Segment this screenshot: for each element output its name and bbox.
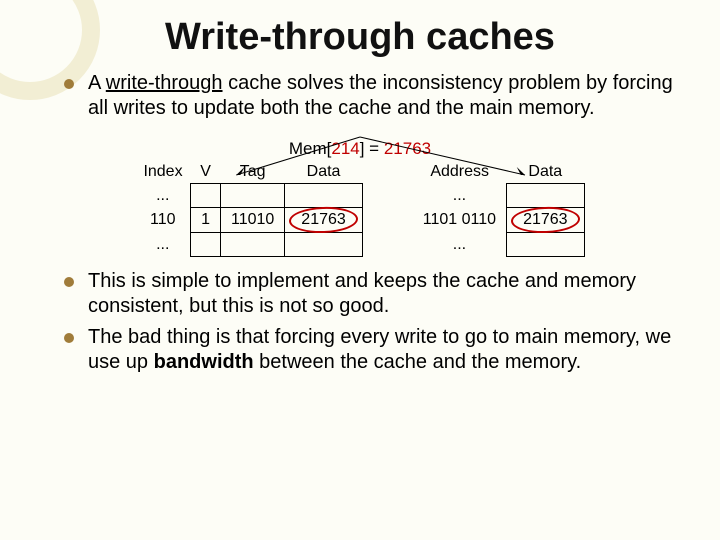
table-header-row: Address Data	[413, 161, 584, 184]
bold-text: bandwidth	[154, 351, 254, 373]
ellipsis: ...	[135, 233, 190, 257]
table-row: ...	[413, 184, 584, 208]
bullet-2: This is simple to implement and keeps th…	[70, 269, 690, 319]
table-row: ...	[413, 233, 584, 257]
bullet-list-lower: This is simple to implement and keeps th…	[30, 269, 690, 375]
text: Mem[	[289, 139, 332, 158]
col-data: Data	[507, 161, 585, 184]
col-address: Address	[413, 161, 507, 184]
ellipsis: ...	[413, 233, 507, 257]
ellipsis: ...	[413, 184, 507, 208]
cell-tag: 11010	[220, 208, 284, 233]
cell	[507, 184, 585, 208]
col-tag: Tag	[220, 161, 284, 184]
col-data: Data	[285, 161, 363, 184]
text: between the cache and the memory.	[254, 351, 582, 373]
table-header-row: Index V Tag Data	[135, 161, 362, 184]
mem-address: 214	[331, 139, 359, 158]
slide: Write-through caches A write-through cac…	[0, 0, 720, 391]
cache-table: Index V Tag Data ... 110 1 11010 21763	[135, 161, 362, 257]
bullet-3: The bad thing is that forcing every writ…	[70, 325, 690, 375]
cell-data: 21763	[507, 208, 585, 233]
underline-text: write-through	[106, 72, 223, 94]
table-row: 110 1 11010 21763	[135, 208, 362, 233]
table-row: 1101 0110 21763	[413, 208, 584, 233]
cell-address: 1101 0110	[413, 208, 507, 233]
tables-row: Index V Tag Data ... 110 1 11010 21763	[30, 161, 690, 257]
cell	[507, 233, 585, 257]
slide-title: Write-through caches	[30, 16, 690, 59]
col-v: V	[191, 161, 221, 184]
mem-value: 21763	[384, 139, 431, 158]
cell	[285, 233, 363, 257]
bullet-1: A write-through cache solves the inconsi…	[70, 71, 690, 121]
memory-table: Address Data ... 1101 0110 21763 ...	[413, 161, 585, 257]
mem-expression: Mem[214] = 21763	[30, 139, 690, 159]
cell-data: 21763	[285, 208, 363, 233]
col-index: Index	[135, 161, 190, 184]
cell	[191, 184, 221, 208]
bullet-list: A write-through cache solves the inconsi…	[30, 71, 690, 121]
circle-highlight-icon	[289, 206, 358, 234]
table-row: ...	[135, 233, 362, 257]
text: ] =	[360, 139, 384, 158]
text: A	[88, 72, 106, 94]
table-row: ...	[135, 184, 362, 208]
cell	[220, 184, 284, 208]
cell-valid: 1	[191, 208, 221, 233]
ellipsis: ...	[135, 184, 190, 208]
cell	[285, 184, 363, 208]
cell	[191, 233, 221, 257]
cell-index: 110	[135, 208, 190, 233]
cell	[220, 233, 284, 257]
circle-highlight-icon	[511, 206, 580, 234]
